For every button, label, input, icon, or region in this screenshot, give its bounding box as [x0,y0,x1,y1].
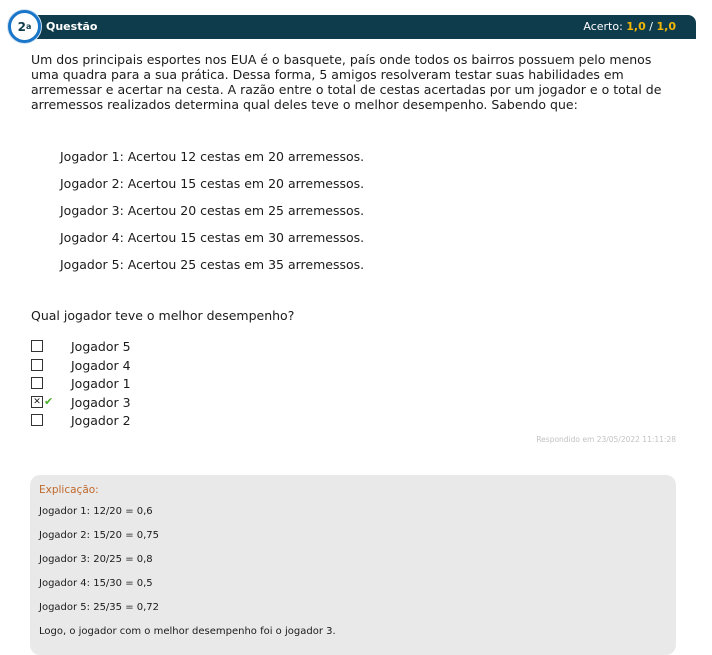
score-separator: / [649,20,653,33]
score-display: Acerto: 1,0 / 1,0 [583,20,676,33]
question-number: 2 [17,19,26,34]
explanation-line: Jogador 5: 25/35 = 0,72 [39,602,160,613]
question-number-badge: 2a [8,10,41,43]
player-line: Jogador 1: Acertou 12 cestas em 20 arrem… [60,149,365,164]
explanation-line: Jogador 3: 20/25 = 0,8 [39,554,153,565]
explanation-panel: Explicação: Jogador 1: 12/20 = 0,6 Jogad… [30,475,676,655]
option-checkbox[interactable] [31,340,43,352]
question-title: Questão [46,20,98,33]
option-checkbox[interactable] [31,358,43,371]
score-value: 1,0 [626,20,646,33]
explanation-line: Jogador 2: 15/20 = 0,75 [39,530,160,541]
explanation-lines: Jogador 1: 12/20 = 0,6 Jogador 2: 15/20 … [39,506,336,650]
option-checkbox[interactable] [31,414,43,426]
player-line: Jogador 5: Acertou 25 cestas em 35 arrem… [60,257,365,272]
option-label: Jogador 3 [71,394,131,410]
option-checkbox-checked[interactable]: ✕ [31,395,43,408]
answered-timestamp: Respondido em 23/05/2022 11:11:28 [536,435,676,444]
player-list: Jogador 1: Acertou 12 cestas em 20 arrem… [60,149,364,284]
correct-check-icon: ✔ [44,394,54,408]
option-checkbox[interactable] [31,377,43,389]
option-label: Jogador 4 [71,357,131,373]
player-line: Jogador 3: Acertou 20 cestas em 25 arrem… [60,203,365,218]
question-prompt: Qual jogador teve o melhor desempenho? [31,308,295,323]
score-label: Acerto: [583,20,623,33]
option-label: Jogador 5 [71,339,131,354]
explanation-line: Jogador 4: 15/30 = 0,5 [39,578,153,589]
score-total: 1,0 [656,20,677,33]
explanation-line: Logo, o jogador com o melhor desempenho … [39,626,336,637]
option-label: Jogador 1 [71,376,131,391]
option-label: Jogador 2 [71,413,131,428]
question-header: Questão Acerto: 1,0 / 1,0 [26,15,696,39]
player-line: Jogador 2: Acertou 15 cestas em 20 arrem… [60,176,365,191]
explanation-line: Jogador 1: 12/20 = 0,6 [39,506,153,517]
explanation-title: Explicação: [39,484,99,496]
player-line: Jogador 4: Acertou 15 cestas em 30 arrem… [60,230,365,245]
question-text: Um dos principais esportes nos EUA é o b… [31,52,662,112]
question-ordinal: a [25,22,32,31]
